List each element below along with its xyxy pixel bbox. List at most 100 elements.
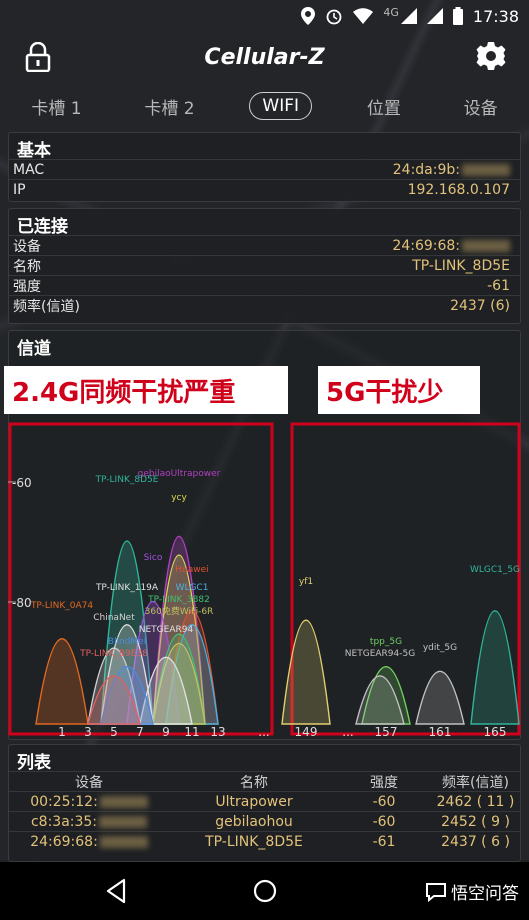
row-name: TP-LINK_8D5E [205, 833, 303, 850]
basic-title: 基本 [17, 141, 51, 161]
mac-redacted [462, 163, 510, 176]
x-tick-label-24g: 3 [84, 725, 92, 738]
x-tick-label-24g: 5 [110, 725, 118, 738]
network-curve-5g [415, 670, 465, 725]
network-label-24g: TP-LINK_119A [95, 583, 159, 593]
x-tick-label-5g: 165 [484, 725, 507, 738]
connected-row-name: 名称 TP-LINK_8D5E [9, 255, 520, 275]
connected-row-device: 设备 24:69:68: [9, 235, 520, 255]
x-tick-label-24g: 11 [184, 725, 199, 738]
tab-bar: 卡槽 1 卡槽 2 WIFI 位置 设备 [0, 86, 529, 126]
network-curve-5g [281, 619, 331, 725]
network-label-24g: TP-LINK_0A74 [30, 601, 93, 611]
network-label-5g: yf1 [299, 577, 313, 587]
network-curve-5g [470, 610, 520, 725]
network-label-24g: WLGC1 [176, 583, 209, 593]
x-tick-label-5g: 161 [429, 725, 452, 738]
watermark: 悟空问答 [425, 879, 519, 904]
row-rssi: -60 [372, 813, 396, 830]
alarm-icon [326, 9, 342, 25]
row-freq: 2462 ( 11 ) [436, 793, 515, 810]
network-label-24g: BlindMei [108, 637, 146, 647]
tab-sim2[interactable]: 卡槽 2 [136, 90, 202, 123]
network-label-5g: WLGC1_5G [470, 565, 520, 575]
row-freq: 2452 ( 9 ) [441, 813, 510, 830]
connected-card: 已连接 设备 24:69:68: 名称 TP-LINK_8D5E 强度 -61 … [8, 208, 521, 324]
row-device: 24:69:68: [30, 833, 98, 850]
freq-value: 2437 (6) [450, 297, 510, 314]
network-label-5g: NETGEAR94-5G [345, 649, 415, 659]
device-redacted [462, 239, 510, 252]
app-bar: Cellular-Z [0, 32, 529, 82]
col-device: 设备 [75, 775, 103, 791]
name-label: 名称 [13, 258, 41, 275]
list-header: 设备 名称 强度 频率(信道) [9, 771, 520, 791]
strength-label: 强度 [13, 278, 41, 295]
basic-card: 基本 MAC 24:da:9b: IP 192.168.0.107 [8, 132, 521, 202]
connected-row-freq: 频率(信道) 2437 (6) [9, 295, 520, 315]
network-label-24g: TP-LINK_8D5E [95, 475, 159, 485]
table-row[interactable]: 24:69:68: TP-LINK_8D5E -61 2437 ( 6 ) [9, 831, 520, 851]
home-icon[interactable] [252, 878, 278, 904]
signal-icon-2 [426, 8, 443, 24]
row-rssi: -60 [372, 793, 396, 810]
wifi-icon [353, 8, 374, 24]
table-row[interactable]: 00:25:12: Ultrapower -60 2462 ( 11 ) [9, 791, 520, 811]
x-tick-label-24g: ... [258, 725, 269, 738]
battery-icon [452, 7, 463, 25]
status-bar: 4G 17:38 [0, 0, 529, 32]
device-label: 设备 [13, 238, 41, 255]
network-label-24g: 360免费WiFi-6R [145, 605, 214, 617]
x-tick-label-24g: 7 [136, 725, 144, 738]
row-device: c8:3a:35: [30, 813, 98, 830]
network-label-24g: NETGEAR94 [139, 625, 194, 635]
connected-title: 已连接 [17, 217, 68, 237]
ip-label: IP [13, 181, 26, 198]
network-label-5g: tpp_5G [370, 637, 402, 647]
channel-title: 信道 [17, 339, 51, 359]
app-title: Cellular-Z [204, 44, 325, 70]
list-card: 列表 设备 名称 强度 频率(信道) 00:25:12: Ultrapower … [8, 744, 521, 862]
table-row[interactable]: c8:3a:35: gebilaohou -60 2452 ( 9 ) [9, 811, 520, 831]
annotation-5g: 5G干扰少 [318, 366, 480, 414]
back-icon[interactable] [104, 878, 130, 904]
channel-chart: -60-80gebilaoUltrapowerTP-LINK_8D5EycySi… [8, 422, 521, 738]
gear-icon[interactable] [475, 40, 507, 72]
x-tick-label-24g: 13 [210, 725, 225, 738]
lock-icon[interactable] [24, 42, 52, 72]
row-redacted [99, 835, 148, 848]
row-freq: 2437 ( 6 ) [441, 833, 510, 850]
network-label-24g: Huawei [175, 565, 208, 575]
x-tick-label-5g: 157 [375, 725, 398, 738]
row-redacted [99, 815, 148, 828]
network-label-24g: TP-LINK_3882 [147, 595, 210, 605]
connected-row-strength: 强度 -61 [9, 275, 520, 295]
signal-icon [400, 8, 417, 24]
y-tick-label: -60 [12, 476, 32, 490]
list-title: 列表 [17, 753, 51, 773]
tab-sim1[interactable]: 卡槽 1 [23, 90, 89, 123]
freq-label: 频率(信道) [13, 298, 80, 315]
x-tick-label-5g: 149 [295, 725, 318, 738]
col-name: 名称 [240, 775, 268, 791]
x-tick-label-24g: 1 [58, 725, 66, 738]
x-tick-label-24g: 9 [162, 725, 170, 738]
chat-bubble-icon [426, 882, 446, 902]
row-device: 00:25:12: [30, 793, 98, 810]
row-name: gebilaohou [215, 813, 293, 830]
network-label-24g: ycy [171, 493, 187, 503]
tab-device[interactable]: 设备 [456, 90, 506, 123]
row-name: Ultrapower [215, 793, 293, 810]
watermark-text: 悟空问答 [451, 884, 519, 904]
col-freq: 频率(信道) [442, 775, 509, 791]
basic-row-mac: MAC 24:da:9b: [9, 159, 520, 179]
mac-value: 24:da:9b: [392, 161, 460, 178]
tab-location[interactable]: 位置 [359, 90, 409, 123]
tab-wifi[interactable]: WIFI [249, 92, 313, 120]
nav-bar: 悟空问答 [0, 862, 529, 920]
x-tick-label-5g: ... [342, 725, 353, 738]
network-label-24g: Sico [144, 553, 163, 563]
annotation-24g: 2.4G同频干扰严重 [4, 366, 288, 414]
network-label-5g: ydit_5G [423, 643, 457, 653]
location-icon [301, 7, 316, 25]
